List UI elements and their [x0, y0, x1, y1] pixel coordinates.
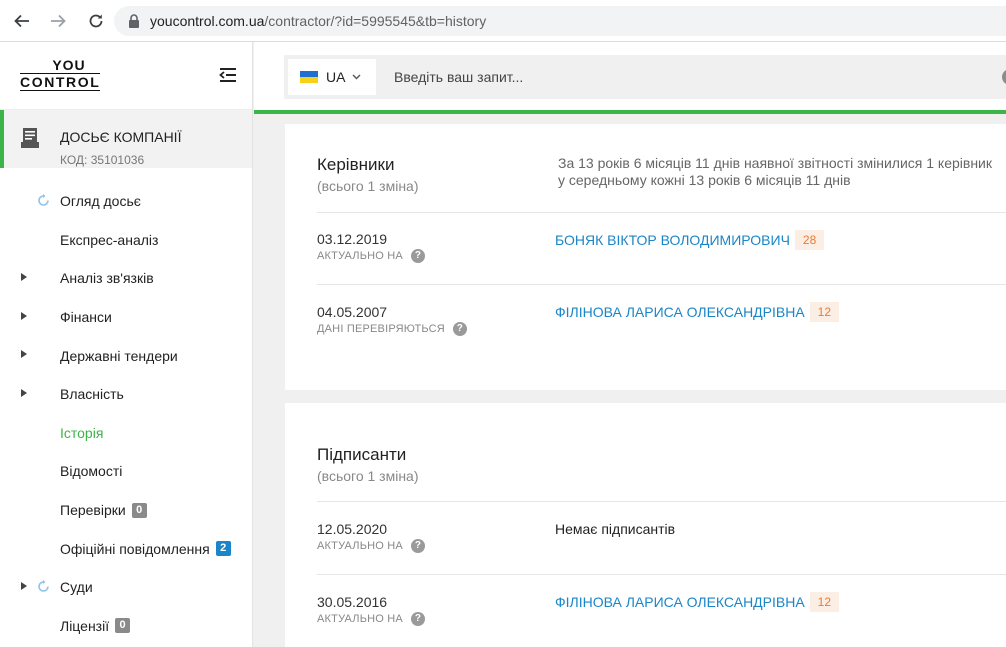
- language-selector[interactable]: UA: [288, 59, 376, 95]
- sidebar: YOU CONTROL ДОСЬЄ КОМПАНІЇ КОД: 35101036…: [0, 42, 253, 647]
- history-status: АКТУАЛЬНО НА ?: [317, 539, 425, 553]
- reload-icon: [89, 14, 103, 27]
- document-icon: [21, 128, 39, 148]
- language-label: UA: [326, 69, 346, 85]
- signers-title: Підписанти: [317, 445, 407, 464]
- forward-button[interactable]: [46, 9, 70, 33]
- expand-arrow-icon: [21, 311, 27, 320]
- search-bar: UA Введіть ваш запит... ?: [284, 55, 1006, 99]
- divider: [317, 284, 1006, 285]
- person-link[interactable]: БОНЯК ВІКТОР ВОЛОДИМИРОВИЧ 28: [555, 230, 825, 250]
- back-button[interactable]: [10, 9, 34, 33]
- loading-icon: [38, 194, 49, 206]
- browser-toolbar: youcontrol.com.ua/contractor/?id=5995545…: [0, 0, 1006, 42]
- help-icon[interactable]: ?: [1002, 69, 1006, 85]
- arrow-left-icon: [14, 14, 29, 27]
- sidebar-item-official-notices[interactable]: Офіційні повідомлення 2: [0, 529, 253, 568]
- history-status: АКТУАЛЬНО НА ?: [317, 612, 425, 626]
- expand-arrow-icon: [21, 581, 27, 590]
- sidebar-item-label: Відомості: [60, 463, 123, 480]
- history-date: 30.05.2016: [317, 594, 388, 610]
- managers-card: Керівники (всього 1 зміна) За 13 років 6…: [285, 124, 1006, 390]
- question-icon[interactable]: ?: [410, 539, 425, 553]
- youcontrol-logo[interactable]: YOU CONTROL: [20, 58, 104, 92]
- dossier-code: КОД: 35101036: [60, 153, 145, 167]
- address-bar[interactable]: youcontrol.com.ua/contractor/?id=5995545…: [114, 6, 1006, 36]
- divider: [317, 212, 1006, 213]
- question-icon[interactable]: ?: [452, 322, 467, 336]
- history-date: 12.05.2020: [317, 521, 388, 537]
- sidebar-item-label: Огляд досьє: [60, 193, 141, 210]
- expand-arrow-icon: [21, 388, 27, 397]
- loading-icon: [38, 579, 49, 592]
- question-icon[interactable]: ?: [410, 612, 425, 626]
- dossier-section[interactable]: ДОСЬЄ КОМПАНІЇ КОД: 35101036: [0, 110, 252, 168]
- logo-area: YOU CONTROL: [0, 42, 252, 110]
- sidebar-item-tenders[interactable]: Державні тендери: [0, 336, 253, 375]
- expand-arrow-icon: [21, 350, 27, 359]
- sidebar-item-inspections[interactable]: Перевірки 0: [0, 491, 253, 530]
- divider: [317, 501, 1006, 502]
- sidebar-item-links-analysis[interactable]: Аналіз зв'язків: [0, 259, 253, 298]
- history-date: 03.12.2019: [317, 231, 388, 247]
- sidebar-item-label: Аналіз зв'язків: [60, 270, 154, 287]
- count-badge: 0: [131, 502, 147, 518]
- search-input[interactable]: Введіть ваш запит...: [394, 69, 523, 85]
- sidebar-item-property[interactable]: Власність: [0, 375, 253, 414]
- count-badge: 28: [794, 230, 825, 250]
- sidebar-item-label: Власність: [60, 386, 124, 403]
- reload-button[interactable]: [84, 9, 108, 33]
- url-host: youcontrol.com.ua: [150, 13, 265, 29]
- signers-subtitle: (всього 1 зміна): [317, 468, 419, 484]
- sidebar-item-courts[interactable]: Суди: [0, 568, 253, 607]
- person-link[interactable]: ФІЛІНОВА ЛАРИСА ОЛЕКСАНДРІВНА 12: [555, 592, 840, 612]
- count-badge: 0: [115, 618, 131, 634]
- sidebar-item-records[interactable]: Відомості: [0, 452, 253, 491]
- sidebar-item-label: Фінанси: [60, 309, 112, 326]
- url-path: /contractor/?id=5995545&tb=history: [264, 13, 487, 29]
- count-badge: 2: [215, 541, 231, 557]
- chevron-down-icon: [352, 74, 361, 80]
- sidebar-item-label: Перевірки: [60, 502, 126, 519]
- sidebar-item-history[interactable]: Історія: [0, 414, 253, 453]
- sidebar-item-overview[interactable]: Огляд досьє: [0, 182, 253, 221]
- history-date: 04.05.2007: [317, 304, 388, 320]
- sidebar-menu: Огляд досьє Експрес-аналіз Аналіз зв'язк…: [0, 182, 253, 645]
- lock-icon: [129, 14, 139, 28]
- count-badge: 12: [809, 302, 840, 322]
- sidebar-item-label: Ліцензії: [60, 617, 110, 634]
- count-badge: 12: [809, 592, 840, 612]
- expand-arrow-icon: [21, 273, 27, 282]
- managers-title: Керівники: [317, 155, 395, 174]
- sidebar-item-label: Історія: [60, 424, 104, 441]
- managers-subtitle: (всього 1 зміна): [317, 178, 419, 194]
- sidebar-item-label: Офіційні повідомлення: [60, 540, 210, 557]
- sidebar-item-label: Суди: [60, 579, 93, 596]
- top-search-area: UA Введіть ваш запит... ?: [254, 42, 1006, 111]
- managers-summary: За 13 років 6 місяців 11 днів наявної зв…: [558, 155, 992, 188]
- sidebar-item-licenses[interactable]: Ліцензії 0: [0, 607, 253, 646]
- sidebar-item-finance[interactable]: Фінанси: [0, 298, 253, 337]
- progress-accent-line: [254, 110, 1006, 114]
- ukraine-flag-icon: [300, 71, 318, 83]
- arrow-right-icon: [51, 14, 66, 27]
- person-link[interactable]: ФІЛІНОВА ЛАРИСА ОЛЕКСАНДРІВНА 12: [555, 302, 840, 322]
- sidebar-item-label: Державні тендери: [60, 347, 178, 364]
- sidebar-item-label: Експрес-аналіз: [60, 231, 159, 248]
- no-signers-text: Немає підписантів: [555, 521, 676, 537]
- history-status: ДАНІ ПЕРЕВІРЯЮТЬСЯ ?: [317, 322, 467, 336]
- history-status: АКТУАЛЬНО НА ?: [317, 249, 425, 263]
- dossier-title: ДОСЬЄ КОМПАНІЇ: [60, 129, 182, 145]
- divider: [317, 574, 1006, 575]
- sidebar-item-express-analysis[interactable]: Експрес-аналіз: [0, 221, 253, 260]
- question-icon[interactable]: ?: [410, 249, 425, 263]
- signers-card: Підписанти (всього 1 зміна) 12.05.2020 А…: [285, 403, 1006, 647]
- menu-collapse-icon[interactable]: [218, 66, 238, 84]
